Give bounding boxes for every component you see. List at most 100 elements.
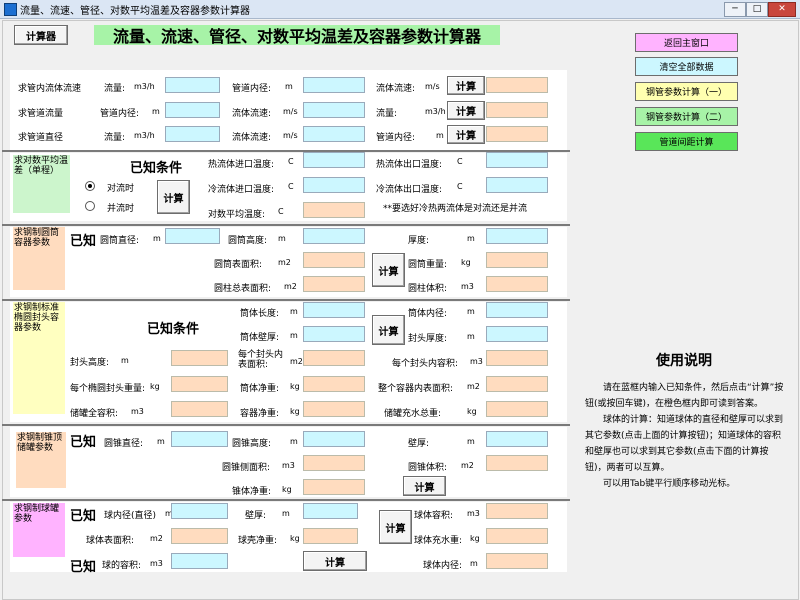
cyl-surface-label: 圆筒表面积: bbox=[214, 260, 263, 270]
cyl-height-unit: m bbox=[278, 234, 286, 243]
cone-volume-unit: m2 bbox=[461, 461, 474, 470]
head-weight-unit: kg bbox=[150, 382, 160, 391]
cone-side-area-label: 圆锥侧面积: bbox=[222, 463, 271, 473]
cone-volume-label: 圆锥体积: bbox=[408, 463, 448, 473]
page-title: 流量、流速、管径、对数平均温差及容器参数计算器 bbox=[94, 25, 500, 46]
parallel-flow-radio[interactable] bbox=[85, 201, 95, 211]
cone-side-area-output bbox=[303, 455, 365, 471]
velocity-unit-3: m/s bbox=[283, 131, 298, 140]
velocity-unit-2: m/s bbox=[283, 107, 298, 116]
parallel-flow-label: 并流时 bbox=[107, 204, 135, 214]
inner-dia-input[interactable] bbox=[486, 302, 548, 318]
cone-volume-output bbox=[486, 455, 548, 471]
cyl-thick-input[interactable] bbox=[486, 228, 548, 244]
velocity-row-label: 求管内流体流速 bbox=[18, 84, 82, 94]
head-weight-label: 每个椭圆封头重量: bbox=[70, 384, 146, 394]
hot-in-input[interactable] bbox=[303, 152, 365, 168]
back-to-main-button[interactable]: 返回主窗口 bbox=[635, 33, 738, 52]
head-vol-label: 每个封头内容积: bbox=[392, 359, 459, 369]
cyl-surface-unit: m2 bbox=[278, 258, 291, 267]
cone-height-label: 圆锥高度: bbox=[232, 439, 272, 449]
cyl-weight-output bbox=[486, 252, 548, 268]
cylinder-known-heading: 已知 bbox=[70, 234, 97, 249]
flow-input[interactable] bbox=[165, 77, 220, 93]
pipe-dia-label: 管道内径: bbox=[232, 84, 272, 94]
cone-dia-input[interactable] bbox=[171, 431, 228, 447]
calc-flow-button[interactable]: 计算 bbox=[447, 101, 485, 120]
close-button[interactable]: ✕ bbox=[768, 2, 796, 17]
lmtd-unit: C bbox=[278, 207, 284, 216]
cone-height-input[interactable] bbox=[303, 431, 365, 447]
flow-unit-2: m3/h bbox=[425, 107, 446, 116]
calc-sphere-button-bottom[interactable]: 计算 bbox=[303, 551, 367, 571]
cold-in-input[interactable] bbox=[303, 177, 365, 193]
sphere-inner-dia-input[interactable] bbox=[171, 503, 228, 519]
sphere-volume-output bbox=[486, 503, 548, 519]
pipe-dia-input-2[interactable] bbox=[165, 102, 220, 118]
calc-lmtd-button[interactable]: 计算 bbox=[157, 180, 190, 214]
cold-out-input[interactable] bbox=[486, 177, 548, 193]
head-thick-input[interactable] bbox=[486, 326, 548, 342]
sphere-capacity-input[interactable] bbox=[171, 553, 228, 569]
calc-ellipse-button[interactable]: 计算 bbox=[372, 315, 405, 345]
vessel-weight-unit: kg bbox=[290, 407, 300, 416]
maximize-button[interactable]: □ bbox=[746, 2, 768, 17]
head-area-label: 每个封头内表面积: bbox=[238, 350, 284, 370]
head-area-unit: m2 bbox=[290, 357, 303, 366]
flow-input-3[interactable] bbox=[165, 126, 220, 142]
sphere-surface-output bbox=[171, 528, 228, 544]
sphere-known-heading-2: 已知 bbox=[70, 560, 97, 575]
full-vol-unit: m3 bbox=[131, 407, 144, 416]
cone-wall-input[interactable] bbox=[486, 431, 548, 447]
head-vol-output bbox=[486, 350, 548, 366]
cyl-height-input[interactable] bbox=[303, 228, 365, 244]
steel-pipe-calc-1-button[interactable]: 钢管参数计算（一） bbox=[635, 82, 738, 101]
head-vol-unit: m3 bbox=[470, 357, 483, 366]
lmtd-known-heading: 已知条件 bbox=[130, 161, 183, 176]
body-wall-label: 筒体壁厚: bbox=[240, 333, 280, 343]
sphere-shell-weight-label: 球壳净重: bbox=[238, 536, 278, 546]
sphere-tag: 求钢制球罐参数 bbox=[13, 503, 65, 557]
cone-side-area-unit: m3 bbox=[282, 461, 295, 470]
inner-area-unit: m2 bbox=[467, 382, 480, 391]
cyl-thick-unit: m bbox=[467, 234, 475, 243]
velocity-input-3[interactable] bbox=[303, 126, 365, 142]
cylinder-tag: 求钢制圆筒容器参数 bbox=[13, 227, 65, 290]
sphere-water-weight-output bbox=[486, 528, 548, 544]
calculator-button[interactable]: 计算器 bbox=[14, 25, 68, 45]
cyl-total-surface-label: 圆柱总表面积: bbox=[214, 284, 272, 294]
pipe-dia-unit-3: m bbox=[436, 131, 444, 140]
ellipse-known-heading: 已知条件 bbox=[147, 322, 200, 337]
cyl-dia-input[interactable] bbox=[165, 228, 220, 244]
divider bbox=[2, 499, 570, 501]
steel-pipe-calc-2-button[interactable]: 钢管参数计算（二） bbox=[635, 107, 738, 126]
sphere-volume-label: 球体容积: bbox=[414, 511, 454, 521]
calc-cone-button[interactable]: 计算 bbox=[403, 476, 446, 496]
minimize-button[interactable]: ─ bbox=[724, 2, 746, 17]
calc-velocity-button[interactable]: 计算 bbox=[447, 76, 485, 95]
pipe-dia-input[interactable] bbox=[303, 77, 365, 93]
vessel-weight-label: 容器净重: bbox=[240, 409, 280, 419]
clear-all-button[interactable]: 清空全部数据 bbox=[635, 57, 738, 76]
ellipse-vessel-tag: 求钢制标准椭圆封头容器参数 bbox=[13, 302, 65, 414]
hot-out-input[interactable] bbox=[486, 152, 548, 168]
water-weight-label: 储罐充水总重: bbox=[384, 409, 442, 419]
sphere-surface-label: 球体表面积: bbox=[86, 536, 135, 546]
velocity-input-2[interactable] bbox=[303, 102, 365, 118]
hot-in-unit: C bbox=[288, 157, 294, 166]
divider bbox=[2, 224, 570, 226]
body-length-input[interactable] bbox=[303, 302, 365, 318]
sphere-water-weight-unit: kg bbox=[470, 534, 480, 543]
cone-weight-label: 锥体净重: bbox=[232, 487, 272, 497]
pipe-spacing-button[interactable]: 管道间距计算 bbox=[635, 132, 738, 151]
calc-cylinder-button[interactable]: 计算 bbox=[372, 253, 405, 287]
sphere-inner-dia2-output bbox=[486, 553, 548, 569]
cyl-total-surface-unit: m2 bbox=[284, 282, 297, 291]
cone-tag: 求钢制锥顶储罐参数 bbox=[16, 432, 66, 488]
sphere-shell-weight-unit: kg bbox=[290, 534, 300, 543]
sphere-wall-input[interactable] bbox=[303, 503, 358, 519]
calc-sphere-button-top[interactable]: 计算 bbox=[379, 510, 412, 544]
counter-flow-radio[interactable] bbox=[85, 181, 95, 191]
body-wall-input[interactable] bbox=[303, 326, 365, 342]
calc-diameter-button[interactable]: 计算 bbox=[447, 125, 485, 144]
